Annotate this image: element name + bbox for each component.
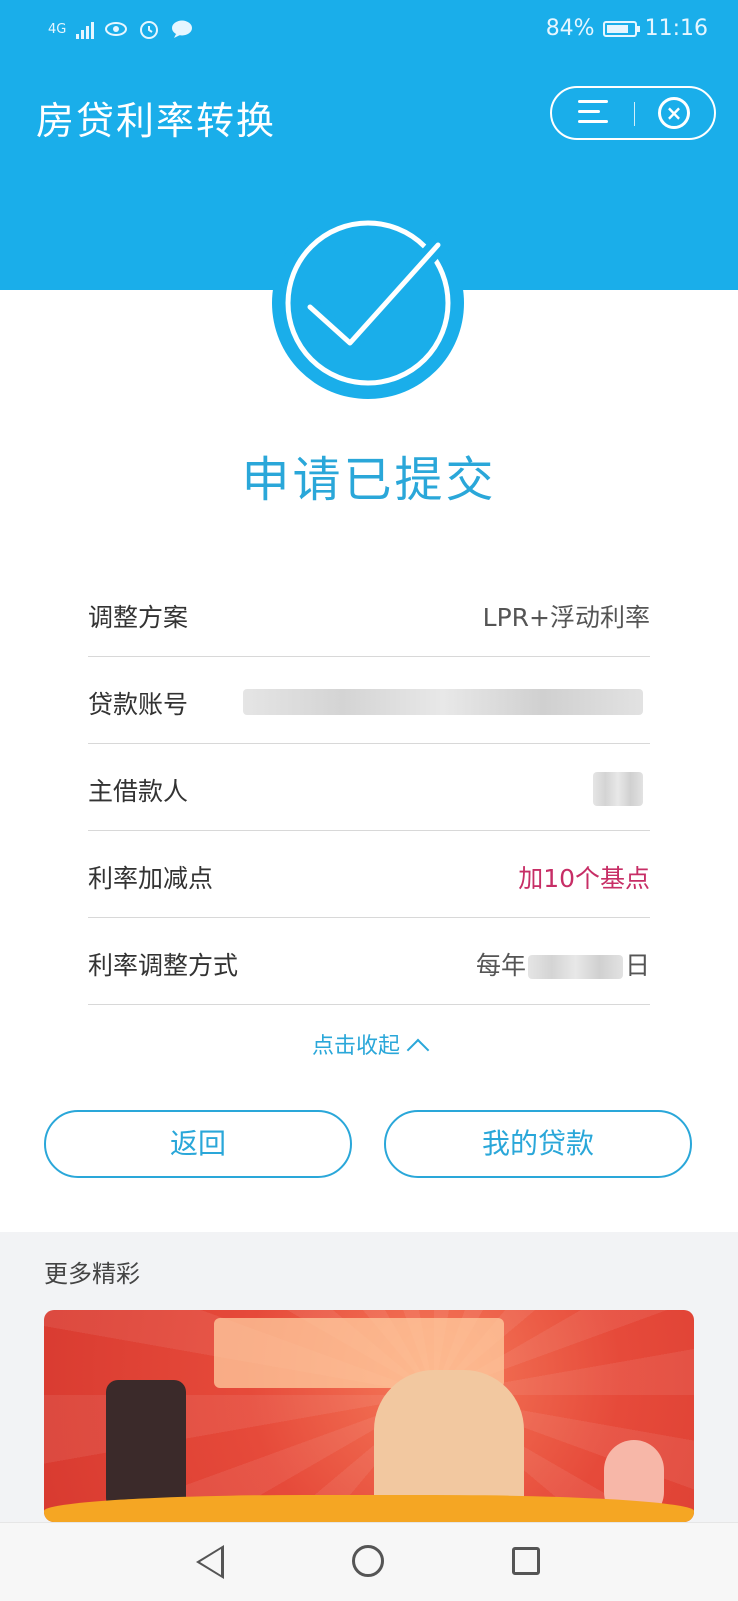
battery-icon: [602, 20, 640, 37]
status-right: 84% 11:16: [546, 16, 708, 41]
message-icon: [172, 20, 193, 38]
value-prefix: 每年: [475, 951, 526, 980]
alarm-icon: [140, 21, 159, 39]
battery-percent: 84%: [545, 16, 595, 41]
obscured-value: [527, 955, 623, 979]
collapse-toggle[interactable]: 点击收起: [0, 1028, 738, 1062]
promo-banner[interactable]: [44, 1310, 694, 1522]
detail-row-borrower: 主借款人: [88, 744, 650, 831]
page-title: 房贷利率转换: [36, 99, 277, 143]
network-type: 4G: [48, 21, 67, 37]
my-loans-button[interactable]: 我的贷款: [384, 1110, 692, 1178]
detail-label: 主借款人: [88, 777, 189, 806]
status-bar: 4G 84% 11:16: [0, 0, 738, 62]
more-title: 更多精彩: [44, 1260, 140, 1288]
signal-icon: [76, 19, 95, 39]
capsule-divider: [634, 102, 635, 126]
detail-row-adjust-method: 利率调整方式 每年 日: [88, 918, 650, 1005]
success-title: 申请已提交: [241, 452, 497, 508]
detail-row-account: 贷款账号: [88, 657, 650, 744]
detail-value: 加10个基点: [518, 864, 650, 893]
nav-back-icon[interactable]: [196, 1545, 224, 1579]
value-suffix: 日: [624, 951, 650, 980]
chevron-up-icon: [406, 1038, 430, 1062]
back-button[interactable]: 返回: [44, 1110, 352, 1178]
mini-program-capsule: ×: [550, 86, 716, 140]
obscured-value: [243, 689, 643, 715]
menu-icon[interactable]: [578, 100, 608, 126]
more-section: 更多精彩: [0, 1232, 738, 1522]
clock: 11:16: [644, 16, 708, 41]
eye-icon: [105, 22, 128, 36]
nav-home-icon[interactable]: [352, 1545, 384, 1577]
banner-phone-graphic: [106, 1380, 186, 1510]
detail-label: 利率加减点: [88, 864, 214, 893]
system-nav-bar: [0, 1522, 738, 1601]
detail-label: 利率调整方式: [88, 951, 239, 980]
nav-recent-icon[interactable]: [512, 1547, 540, 1575]
obscured-value: [593, 772, 643, 806]
close-icon[interactable]: ×: [658, 97, 690, 129]
status-left-icons: 4G: [48, 18, 194, 40]
banner-ground-graphic: [44, 1495, 694, 1522]
detail-row-points: 利率加减点 加10个基点: [88, 831, 650, 918]
detail-value: LPR+浮动利率: [482, 603, 650, 632]
battery-fill: [606, 24, 629, 33]
detail-value: 每年 日: [476, 946, 650, 982]
collapse-label: 点击收起: [311, 1034, 400, 1059]
detail-row-plan: 调整方案 LPR+浮动利率: [88, 570, 650, 657]
detail-label: 调整方案: [88, 603, 189, 632]
details-list: 调整方案 LPR+浮动利率 贷款账号 主借款人 利率加减点 加10个基点 利率调…: [88, 570, 650, 1005]
detail-label: 贷款账号: [88, 690, 189, 719]
check-circle-icon: [272, 207, 464, 399]
